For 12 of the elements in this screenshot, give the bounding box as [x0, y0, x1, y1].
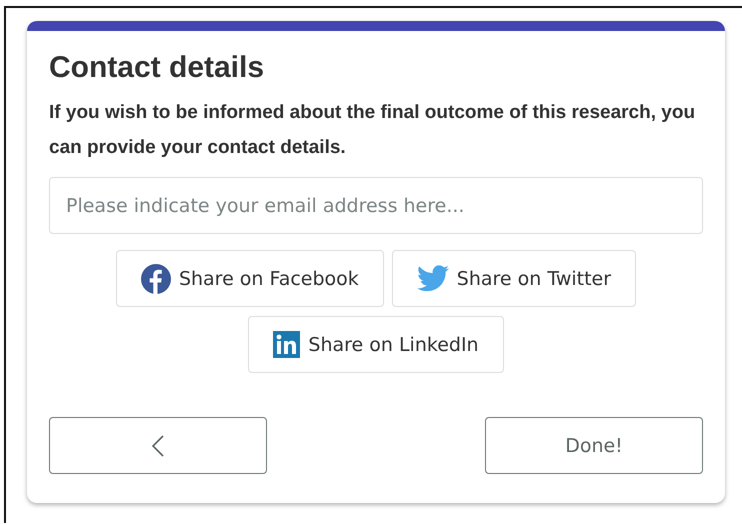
description-text: If you wish to be informed about the final outcome of this research, you can provide your contact details. [49, 101, 696, 160]
share-button[interactable]: Share on Twitter [392, 250, 636, 307]
email-field[interactable]: Please indicate your email address here... [49, 177, 703, 234]
facebook-icon [140, 264, 171, 294]
bird-icon [416, 265, 449, 292]
linkedin-icon [273, 331, 300, 358]
done-button[interactable]: Done! [485, 417, 703, 474]
back-button[interactable] [49, 417, 267, 474]
share-button[interactable]: Share on LinkedIn [248, 316, 504, 373]
chevron-left-icon [152, 434, 164, 456]
card-title: Contact details [49, 50, 266, 86]
share-button[interactable]: Share on Facebook [116, 250, 384, 307]
